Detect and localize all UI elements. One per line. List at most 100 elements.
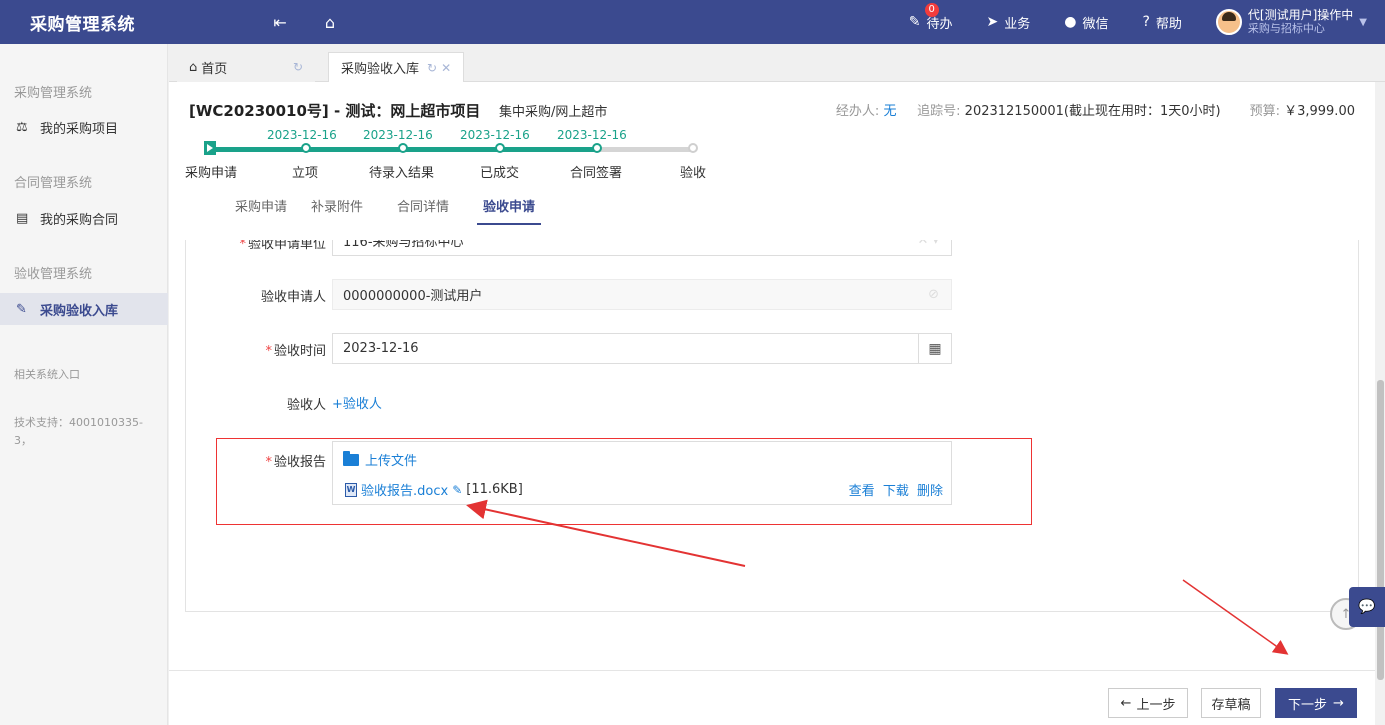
project-type: 集中采购/网上超市 bbox=[499, 105, 608, 120]
wechat-label: 微信 bbox=[1082, 16, 1109, 32]
step-date: 2023-12-16 bbox=[363, 128, 433, 142]
chat-icon[interactable]: 💬 bbox=[1349, 587, 1385, 627]
tracking-label: 追踪号: bbox=[917, 104, 961, 119]
document-icon: ▤ bbox=[16, 210, 29, 226]
time-value: 2023-12-16 bbox=[343, 341, 419, 356]
acceptance-form: * 验收申请单位 116-采购与招标中心 ✕ ▾ 验收申请人 0000000000… bbox=[185, 240, 1359, 612]
business-label: 业务 bbox=[1004, 16, 1031, 32]
budget-value: ￥3,999.00 bbox=[1284, 104, 1355, 119]
sidebar-group-acceptance: 验收管理系统 bbox=[14, 267, 93, 282]
tab-home[interactable]: ⌂ 首页 ↻ bbox=[177, 52, 315, 82]
project-title: [WC20230010号] - 测试：网上超市项目 bbox=[189, 102, 481, 120]
sidebar-item-my-contracts[interactable]: ▤ 我的采购合同 bbox=[0, 202, 168, 234]
prev-step-button[interactable]: ← 上一步 bbox=[1108, 688, 1188, 718]
subtab-contract-details[interactable]: 合同详情 bbox=[375, 196, 461, 225]
related-systems-link[interactable]: 相关系统入口 bbox=[14, 366, 154, 384]
calendar-icon[interactable]: ▦ bbox=[918, 334, 951, 363]
acceptor-label: 验收人 bbox=[286, 398, 326, 413]
pencil-icon: ✎ bbox=[16, 301, 27, 317]
highlight-report-box bbox=[216, 438, 1032, 525]
wechat-button[interactable]: ● 微信 bbox=[1064, 13, 1108, 32]
tab-label: 采购验收入库 bbox=[341, 62, 420, 77]
user-name: 代[测试用户]操作中 bbox=[1247, 8, 1354, 22]
scrollbar-thumb[interactable] bbox=[1377, 380, 1384, 680]
progress-steps: 采购申请 2023-12-16 立项 2023-12-16 待录入结果 2023… bbox=[169, 128, 729, 188]
unit-value: 116-采购与招标中心 bbox=[343, 240, 464, 250]
footer-bar: ← 上一步 存草稿 下一步 → bbox=[169, 670, 1385, 725]
sidebar-item-label: 我的采购合同 bbox=[40, 212, 119, 228]
home-outline-icon: ⌂ bbox=[189, 59, 198, 75]
disabled-icon: ⊘ bbox=[928, 287, 939, 302]
avatar bbox=[1215, 9, 1242, 35]
chevron-down-icon: ▼ bbox=[1359, 16, 1367, 28]
progress-track-pending bbox=[597, 147, 693, 152]
tab-label: 首页 bbox=[201, 61, 228, 77]
help-icon: ? bbox=[1142, 14, 1150, 30]
user-menu[interactable]: 代[测试用户]操作中 采购与招标中心 ▼ bbox=[1215, 8, 1367, 35]
step-dot bbox=[495, 143, 505, 153]
main-content: [WC20230010号] - 测试：网上超市项目 集中采购/网上超市 经办人:… bbox=[169, 82, 1375, 725]
edit-square-icon: ✎ bbox=[908, 14, 921, 30]
unit-select[interactable]: 116-采购与招标中心 ✕ ▾ bbox=[332, 240, 952, 256]
sidebar-item-label: 采购验收入库 bbox=[40, 303, 119, 319]
paper-plane-icon: ➤ bbox=[986, 14, 999, 30]
time-input[interactable]: 2023-12-16 ▦ bbox=[332, 333, 952, 364]
sub-tabs: 采购申请 补录附件 合同详情 验收申请 bbox=[223, 196, 547, 225]
step-label: 采购申请 bbox=[185, 166, 238, 181]
step-label: 验收 bbox=[680, 166, 707, 181]
clear-icon[interactable]: ✕ ▾ bbox=[917, 240, 939, 248]
todo-button[interactable]: ✎ 0 待办 bbox=[908, 2, 952, 32]
applicant-field: 0000000000-测试用户 ⊘ bbox=[332, 279, 952, 310]
tab-acceptance[interactable]: 采购验收入库 ↻ ✕ bbox=[328, 52, 465, 82]
top-bar: 采购管理系统 ⇤ ⌂ ✎ 0 待办 ➤ 业务 ● 微信 ? 帮助 代[测试用户]… bbox=[0, 0, 1385, 44]
help-button[interactable]: ? 帮助 bbox=[1142, 13, 1181, 32]
tracking-value: 202312150001(截止现在用时：1天0小时) bbox=[964, 104, 1221, 119]
step-date: 2023-12-16 bbox=[267, 128, 337, 142]
wechat-icon: ● bbox=[1064, 14, 1077, 30]
save-draft-button[interactable]: 存草稿 bbox=[1201, 688, 1261, 718]
add-acceptor-link[interactable]: +验收人 bbox=[332, 393, 382, 412]
collapse-sidebar-icon[interactable]: ⇤ bbox=[260, 13, 300, 32]
arrow-left-icon: ← bbox=[1120, 695, 1132, 711]
budget-label: 预算: bbox=[1249, 104, 1280, 119]
user-org: 采购与招标中心 bbox=[1247, 22, 1325, 35]
step-label: 合同签署 bbox=[570, 166, 623, 181]
step-label: 待录入结果 bbox=[369, 166, 435, 181]
sidebar: 采购管理系统 ⚖ 我的采购项目 合同管理系统 ▤ 我的采购合同 验收管理系统 ✎… bbox=[0, 44, 168, 725]
applicant-label: 验收申请人 bbox=[260, 290, 326, 305]
home-icon[interactable]: ⌂ bbox=[310, 13, 350, 32]
step-dot bbox=[592, 143, 602, 153]
handler-label: 经办人: bbox=[835, 104, 880, 119]
step-date: 2023-12-16 bbox=[557, 128, 627, 142]
refresh-icon[interactable]: ↻ bbox=[427, 61, 437, 75]
refresh-icon[interactable]: ↻ bbox=[293, 60, 303, 74]
step-dot bbox=[688, 143, 698, 153]
applicant-value: 0000000000-测试用户 bbox=[343, 289, 483, 304]
step-dot bbox=[301, 143, 311, 153]
step-label: 已成交 bbox=[480, 166, 520, 181]
step-date: 2023-12-16 bbox=[460, 128, 530, 142]
close-icon[interactable]: ✕ bbox=[441, 61, 451, 75]
subtab-purchase-request[interactable]: 采购申请 bbox=[223, 196, 299, 225]
project-meta: 经办人: 无 追踪号: 202312150001(截止现在用时：1天0小时) 预… bbox=[836, 100, 1355, 119]
sidebar-item-my-projects[interactable]: ⚖ 我的采购项目 bbox=[0, 111, 168, 143]
next-step-button[interactable]: 下一步 → bbox=[1275, 688, 1357, 718]
handler-value[interactable]: 无 bbox=[883, 104, 896, 119]
step-dot bbox=[398, 143, 408, 153]
subtab-acceptance-request[interactable]: 验收申请 bbox=[471, 196, 547, 225]
sidebar-item-acceptance[interactable]: ✎ 采购验收入库 bbox=[0, 293, 168, 325]
todo-badge: 0 bbox=[924, 2, 939, 17]
arrow-right-icon: → bbox=[1333, 695, 1344, 711]
tech-support-text: 技术支持：4001010335-3， bbox=[14, 416, 143, 447]
unit-label: * 验收申请单位 bbox=[239, 240, 326, 252]
scale-icon: ⚖ bbox=[16, 119, 28, 135]
next-label: 下一步 bbox=[1288, 697, 1328, 713]
flag-icon bbox=[204, 141, 216, 155]
time-label: * 验收时间 bbox=[265, 344, 326, 359]
sidebar-group-procurement: 采购管理系统 bbox=[14, 86, 93, 101]
business-button[interactable]: ➤ 业务 bbox=[986, 13, 1030, 32]
sidebar-item-label: 我的采购项目 bbox=[40, 121, 119, 137]
prev-label: 上一步 bbox=[1136, 697, 1176, 713]
subtab-attachments[interactable]: 补录附件 bbox=[299, 196, 375, 225]
tabs-bar: ⌂ 首页 ↻ 采购验收入库 ↻ ✕ bbox=[169, 44, 1385, 82]
